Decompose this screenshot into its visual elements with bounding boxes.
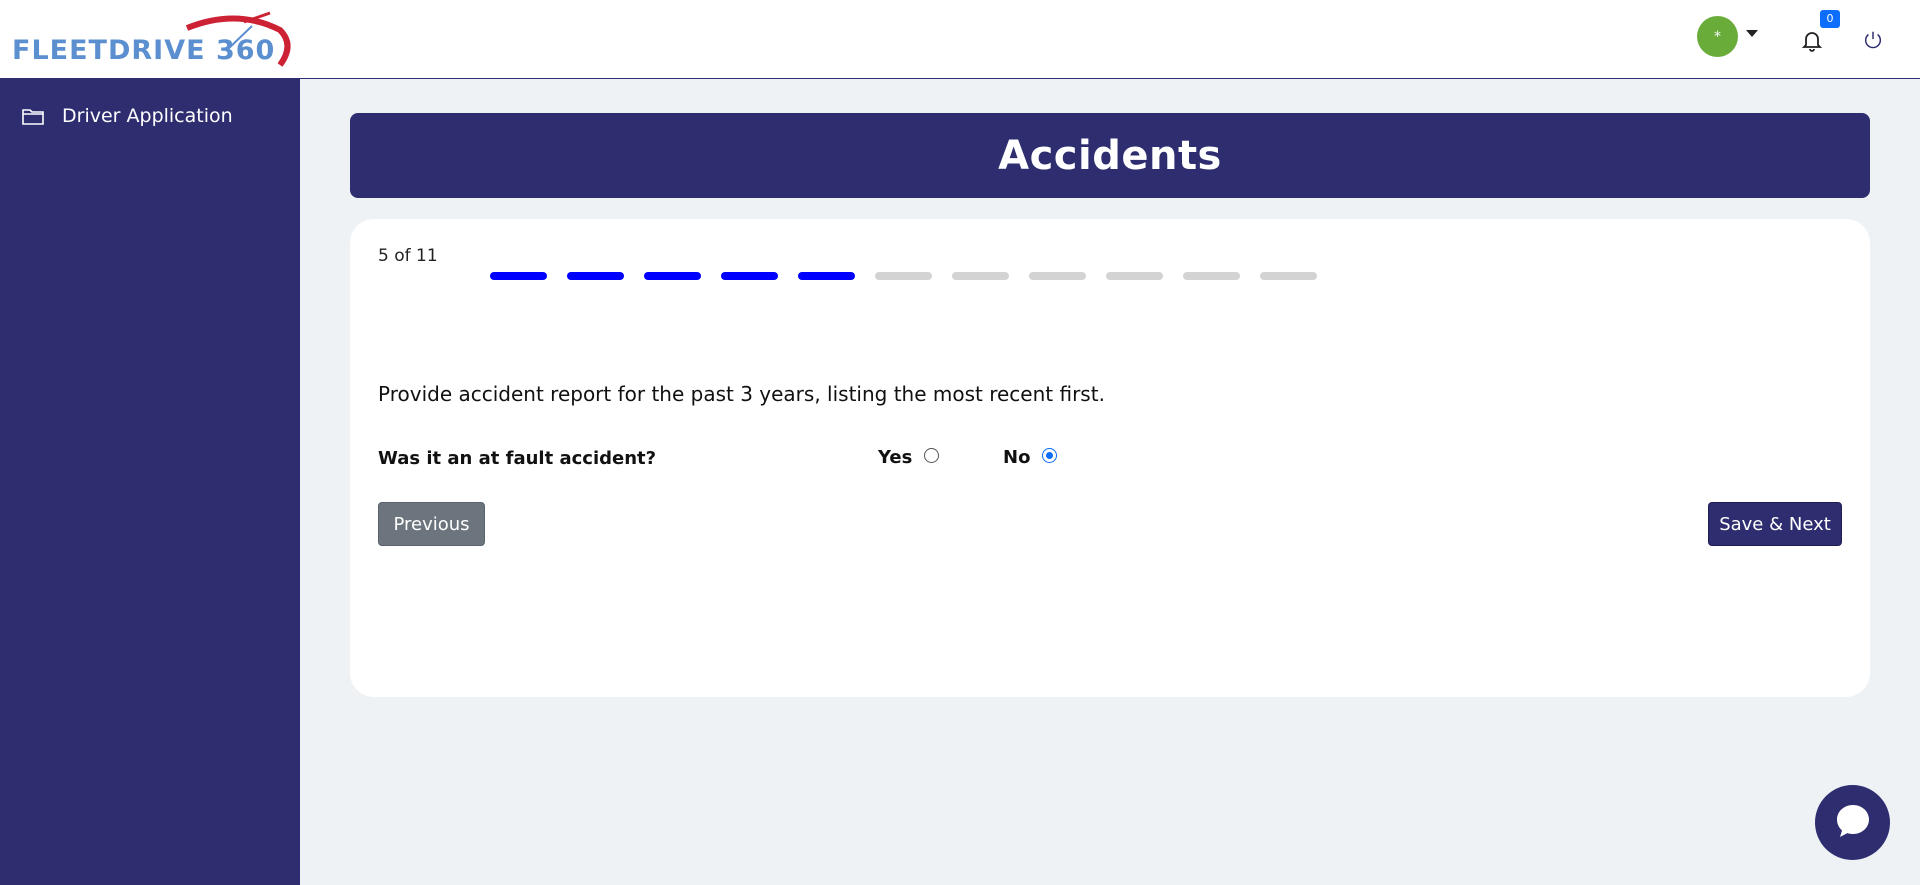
form-card: 5 of 11 Provide accident report for the … [350, 219, 1870, 697]
progress-segment [567, 272, 624, 280]
avatar-symbol: * [1714, 28, 1721, 45]
progress-segment [952, 272, 1009, 280]
progress-segment [875, 272, 932, 280]
progress-bar [490, 272, 1317, 280]
top-header: FLEETDRIVE 360 * 0 [0, 0, 1920, 79]
svg-text:FLEETDRIVE 360: FLEETDRIVE 360 [12, 35, 275, 66]
sidebar-item-label: Driver Application [62, 105, 233, 127]
notification-badge: 0 [1820, 10, 1840, 28]
chevron-down-icon[interactable] [1746, 30, 1758, 37]
fault-option-no[interactable]: No [1003, 447, 1058, 468]
progress-segment [798, 272, 855, 280]
sidebar-item-driver-application[interactable]: Driver Application [22, 105, 233, 127]
progress-segment [1029, 272, 1086, 280]
page-title-banner: Accidents [350, 113, 1870, 198]
chat-bubble-icon [1833, 801, 1873, 845]
folder-icon [22, 107, 44, 125]
save-next-button[interactable]: Save & Next [1708, 502, 1842, 546]
progress-segment [1183, 272, 1240, 280]
form-instructions: Provide accident report for the past 3 y… [378, 382, 1105, 406]
page-title: Accidents [998, 132, 1222, 179]
no-radio[interactable] [1042, 448, 1058, 463]
sidebar: Driver Application [0, 79, 300, 885]
previous-button[interactable]: Previous [378, 502, 485, 546]
bell-icon[interactable] [1800, 28, 1824, 52]
step-counter: 5 of 11 [378, 246, 438, 266]
option-label: Yes [878, 447, 913, 468]
yes-radio[interactable] [924, 448, 940, 463]
progress-segment [644, 272, 701, 280]
option-label: No [1003, 447, 1031, 468]
power-icon[interactable] [1862, 29, 1884, 51]
fault-option-yes[interactable]: Yes [878, 447, 940, 468]
fault-question-label: Was it an at fault accident? [378, 448, 657, 469]
progress-segment [721, 272, 778, 280]
progress-segment [490, 272, 547, 280]
chat-button[interactable] [1815, 785, 1890, 860]
fleetdrive-logo[interactable]: FLEETDRIVE 360 [12, 10, 292, 70]
user-avatar[interactable]: * [1697, 16, 1738, 57]
progress-segment [1106, 272, 1163, 280]
progress-segment [1260, 272, 1317, 280]
